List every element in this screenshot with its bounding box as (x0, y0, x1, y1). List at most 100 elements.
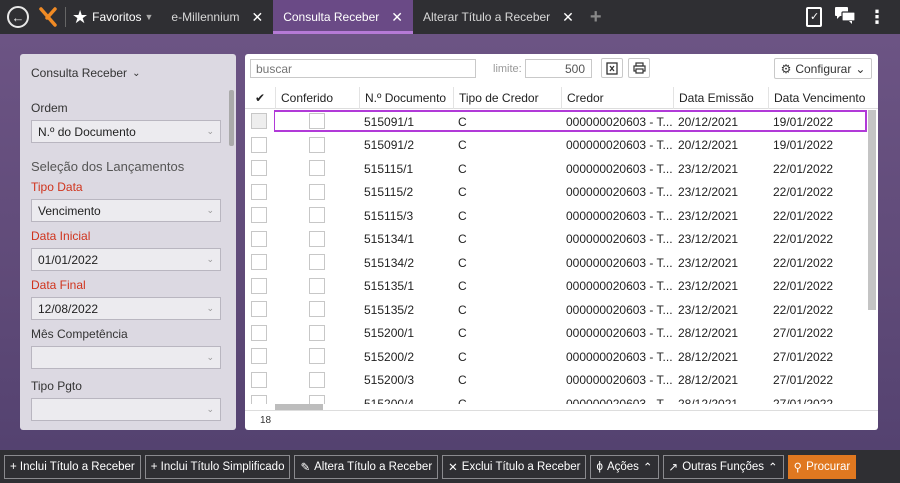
conferido-checkbox[interactable] (309, 207, 325, 223)
outras-funcoes-button[interactable]: ↗ Outras Funções ⌃ (662, 454, 784, 479)
configurar-button[interactable]: ⚙ Configurar ⌄ (774, 58, 872, 79)
cell-credor: 000000020603 - T... (566, 349, 673, 364)
search-input[interactable] (250, 59, 476, 78)
conferido-checkbox[interactable] (309, 395, 325, 404)
column-header-documento[interactable]: N.º Documento (359, 87, 453, 109)
row-select-checkbox[interactable] (251, 371, 267, 388)
row-select-checkbox[interactable] (251, 136, 267, 153)
exclui-titulo-button[interactable]: ✕ Exclui Título a Receber (442, 454, 587, 479)
column-header-data-emissao[interactable]: Data Emissão (673, 87, 768, 109)
table-row[interactable]: 515135/2 C 000000020603 - T... 23/12/2021 22… (245, 298, 867, 322)
tab-e-millennium[interactable]: e-Millennium ✕ (161, 0, 273, 34)
table-row[interactable]: 515200/4 C 000000020603 - T... 28/12/2021 27… (245, 392, 867, 404)
conferido-checkbox[interactable] (309, 254, 325, 270)
table-row[interactable]: 515134/2 C 000000020603 - T... 23/12/2021 22… (245, 251, 867, 275)
select-all-checkbox[interactable]: ✔ (245, 87, 275, 109)
cell-documento: 515135/1 (364, 279, 415, 293)
tab-label: Alterar Título a Receber (422, 10, 551, 24)
chevron-down-icon: ⌄ (206, 303, 214, 313)
limite-input[interactable]: 500 (525, 59, 592, 78)
favorites-menu[interactable]: ★ Favoritos ▼ (72, 7, 153, 28)
ordem-label: Ordem (31, 101, 68, 115)
conferido-checkbox[interactable] (309, 371, 325, 388)
cell-data-emissao: 23/12/2021 (678, 161, 739, 176)
conferido-checkbox[interactable] (309, 277, 325, 294)
row-select-checkbox[interactable] (251, 348, 267, 364)
inclui-simplificado-button[interactable]: + Inclui Título Simplificado (144, 454, 291, 479)
table-row[interactable]: 515091/2 C 000000020603 - T... 20/12/2021 19… (245, 134, 867, 158)
conferido-checkbox[interactable] (309, 160, 325, 176)
more-vertical-icon[interactable]: ⋮ (868, 8, 886, 26)
table-row[interactable]: 515115/2 C 000000020603 - T... 23/12/2021 22… (245, 181, 867, 205)
conferido-checkbox[interactable] (309, 348, 325, 364)
logo-icon[interactable] (37, 6, 59, 28)
filter-panel-title: Consulta Receber (31, 66, 128, 80)
row-select-checkbox[interactable] (251, 395, 267, 404)
cell-data-vencimento: 22/01/2022 (773, 255, 834, 270)
row-select-checkbox[interactable] (251, 160, 267, 176)
add-tab-button[interactable]: + (584, 0, 608, 34)
chevron-down-icon: ⌄ (206, 352, 214, 362)
outras-funcoes-label: Outras Funções (682, 460, 765, 473)
table-row[interactable]: 515134/1 C 000000020603 - T... 23/12/2021 22… (245, 228, 867, 252)
row-select-checkbox[interactable] (251, 230, 267, 247)
table-row[interactable]: 515135/1 C 000000020603 - T... 23/12/2021 22… (245, 275, 867, 299)
row-select-checkbox[interactable] (251, 207, 267, 223)
data-final-field[interactable]: 12/08/2022 ⌄ (31, 297, 221, 320)
clipboard-check-icon[interactable] (806, 7, 822, 27)
filter-panel-scrollbar[interactable] (229, 90, 234, 146)
filter-panel-header[interactable]: Consulta Receber ⌄ (20, 54, 236, 80)
table-row[interactable]: 515200/1 C 000000020603 - T... 28/12/2021 27… (245, 322, 867, 346)
back-icon[interactable]: ← (7, 6, 29, 28)
table-row[interactable]: 515200/3 C 000000020603 - T... 28/12/2021 27… (245, 369, 867, 393)
column-header-label: Credor (567, 91, 604, 105)
cell-data-vencimento: 22/01/2022 (773, 208, 834, 223)
lightning-icon: ϕ (596, 460, 603, 473)
table-row[interactable]: 515115/3 C 000000020603 - T... 23/12/2021 22… (245, 204, 867, 228)
data-final-value: 12/08/2022 (38, 301, 99, 316)
acoes-button[interactable]: ϕ Ações ⌃ (590, 454, 659, 479)
data-inicial-label: Data Inicial (31, 229, 91, 243)
row-select-checkbox[interactable] (251, 113, 267, 129)
column-header-conferido[interactable]: Conferido (275, 87, 359, 109)
table-row[interactable]: 515200/2 C 000000020603 - T... 28/12/2021 27… (245, 345, 867, 369)
altera-titulo-button[interactable]: ✎ Altera Título a Receber (294, 454, 439, 479)
cell-tipo-credor: C (458, 326, 467, 340)
tab-consulta-receber[interactable]: Consulta Receber ✕ (273, 0, 413, 34)
conferido-checkbox[interactable] (309, 136, 325, 153)
cell-credor: 000000020603 - T... (566, 279, 673, 293)
table-row[interactable]: 515091/1 C 000000020603 - T... 20/12/2021 19… (245, 110, 867, 134)
row-select-checkbox[interactable] (251, 183, 267, 200)
close-icon[interactable]: ✕ (391, 9, 403, 26)
conferido-checkbox[interactable] (309, 183, 325, 200)
column-header-credor[interactable]: Credor (561, 87, 673, 109)
mes-competencia-label: Mês Competência (31, 327, 128, 341)
procurar-button[interactable]: ⚲ Procurar (787, 454, 857, 479)
close-icon[interactable]: ✕ (562, 9, 574, 26)
vertical-scrollbar[interactable] (868, 110, 876, 310)
inclui-titulo-button[interactable]: + Inclui Título a Receber (4, 454, 141, 479)
row-select-checkbox[interactable] (251, 277, 267, 294)
table-row[interactable]: 515115/1 C 000000020603 - T... 23/12/2021 22… (245, 157, 867, 181)
row-select-checkbox[interactable] (251, 301, 267, 317)
tipo-data-value: Vencimento (38, 203, 101, 218)
conferido-checkbox[interactable] (309, 113, 325, 129)
conferido-checkbox[interactable] (309, 301, 325, 317)
export-button[interactable] (601, 58, 623, 78)
mes-competencia-select[interactable]: ⌄ (31, 346, 221, 369)
column-header-data-vencimento[interactable]: Data Vencimento (768, 87, 878, 109)
conferido-checkbox[interactable] (309, 324, 325, 341)
close-icon[interactable]: ✕ (251, 9, 263, 26)
print-button[interactable] (628, 58, 650, 78)
row-select-checkbox[interactable] (251, 324, 267, 341)
conferido-checkbox[interactable] (309, 230, 325, 247)
tipo-data-select[interactable]: Vencimento ⌄ (31, 199, 221, 222)
column-header-tipo-credor[interactable]: Tipo de Credor (453, 87, 561, 109)
chat-icon[interactable] (834, 6, 856, 29)
row-select-checkbox[interactable] (251, 254, 267, 270)
tab-alterar-titulo[interactable]: Alterar Título a Receber ✕ (413, 0, 584, 34)
tipo-pgto-select[interactable]: ⌄ (31, 398, 221, 421)
divider (65, 7, 66, 27)
data-inicial-field[interactable]: 01/01/2022 ⌄ (31, 248, 221, 271)
ordem-select[interactable]: N.º do Documento ⌄ (31, 120, 221, 143)
